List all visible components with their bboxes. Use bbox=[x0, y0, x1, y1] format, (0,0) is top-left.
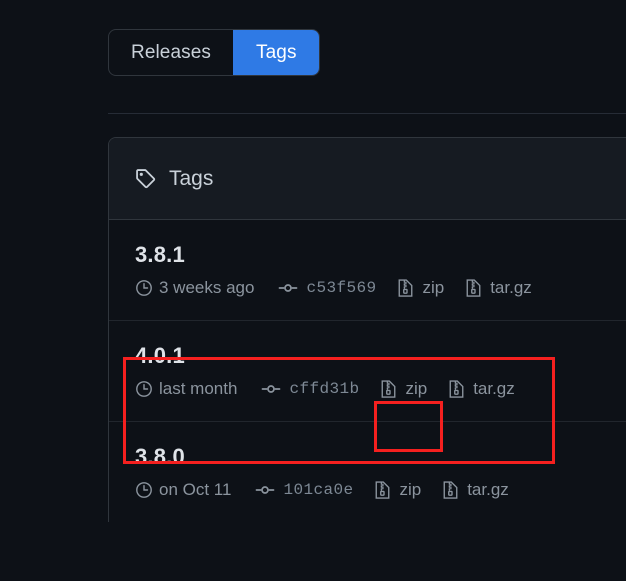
tag-timestamp-label: on Oct 11 bbox=[159, 480, 232, 499]
commit-icon bbox=[278, 279, 298, 297]
download-zip-label: zip bbox=[399, 480, 422, 499]
tag-timestamp: on Oct 11 bbox=[135, 480, 231, 500]
tags-card: Tags 3.8.1 3 weeks ago c53f569 zip tar.g… bbox=[108, 137, 626, 522]
download-zip-link[interactable]: zip bbox=[379, 379, 427, 399]
tag-commit-hash[interactable]: cffd31b bbox=[289, 380, 359, 398]
download-zip-link[interactable]: zip bbox=[373, 480, 421, 500]
clock-icon bbox=[135, 481, 153, 499]
tag-meta: last month cffd31b zip tar.gz bbox=[135, 379, 626, 399]
tag-meta: on Oct 11 101ca0e zip tar.gz bbox=[135, 480, 626, 500]
download-zip-label: zip bbox=[405, 379, 428, 398]
download-targz-link[interactable]: tar.gz bbox=[464, 278, 532, 298]
tag-commit[interactable]: 101ca0e bbox=[255, 481, 353, 499]
file-zip-icon bbox=[396, 278, 415, 298]
download-zip-label: zip bbox=[422, 278, 445, 297]
divider-under-tabs bbox=[108, 113, 626, 114]
tag-name-link[interactable]: 3.8.0 bbox=[135, 444, 626, 470]
tag-timestamp-label: 3 weeks ago bbox=[159, 278, 255, 297]
clock-icon bbox=[135, 380, 153, 398]
file-zip-icon bbox=[373, 480, 392, 500]
commit-icon bbox=[255, 481, 275, 499]
tags-card-header-label: Tags bbox=[169, 166, 214, 190]
file-zip-icon bbox=[464, 278, 483, 298]
tag-name-link[interactable]: 4.0.1 bbox=[135, 343, 626, 369]
tab-releases[interactable]: Releases bbox=[109, 30, 233, 75]
clock-icon bbox=[135, 279, 153, 297]
download-targz-label: tar.gz bbox=[490, 278, 532, 297]
file-zip-icon bbox=[447, 379, 466, 399]
tag-timestamp: last month bbox=[135, 379, 237, 399]
tag-icon bbox=[135, 168, 157, 190]
download-zip-link[interactable]: zip bbox=[396, 278, 444, 298]
download-targz-link[interactable]: tar.gz bbox=[447, 379, 515, 399]
tag-commit[interactable]: c53f569 bbox=[278, 279, 376, 297]
tab-releases-label: Releases bbox=[131, 41, 212, 63]
commit-icon bbox=[261, 380, 281, 398]
download-targz-label: tar.gz bbox=[467, 480, 509, 499]
table-row[interactable]: 3.8.0 on Oct 11 101ca0e zip tar.gz bbox=[109, 422, 626, 522]
tag-name-link[interactable]: 3.8.1 bbox=[135, 242, 626, 268]
download-targz-link[interactable]: tar.gz bbox=[441, 480, 509, 500]
tag-meta: 3 weeks ago c53f569 zip tar.gz bbox=[135, 278, 626, 298]
releases-tags-tab-group[interactable]: Releases Tags bbox=[108, 29, 320, 76]
tag-commit-hash[interactable]: c53f569 bbox=[306, 279, 376, 297]
tag-commit[interactable]: cffd31b bbox=[261, 380, 359, 398]
tags-card-header: Tags bbox=[109, 138, 626, 220]
table-row[interactable]: 4.0.1 last month cffd31b zip tar.gz bbox=[109, 321, 626, 422]
tag-timestamp-label: last month bbox=[159, 379, 238, 398]
tab-tags[interactable]: Tags bbox=[233, 30, 319, 75]
tag-timestamp: 3 weeks ago bbox=[135, 278, 254, 298]
tab-tags-label: Tags bbox=[256, 41, 297, 63]
file-zip-icon bbox=[379, 379, 398, 399]
download-targz-label: tar.gz bbox=[473, 379, 515, 398]
tag-commit-hash[interactable]: 101ca0e bbox=[283, 481, 353, 499]
file-zip-icon bbox=[441, 480, 460, 500]
table-row[interactable]: 3.8.1 3 weeks ago c53f569 zip tar.gz bbox=[109, 220, 626, 321]
